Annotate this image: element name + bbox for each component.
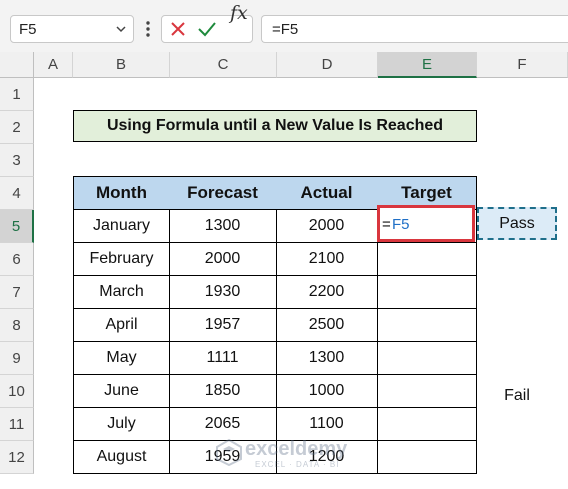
row-header-4[interactable]: 4	[0, 177, 34, 210]
row-header-2[interactable]: 2	[0, 111, 34, 144]
table-cell[interactable]: 1111	[169, 341, 277, 375]
table-cell[interactable]: May	[73, 341, 170, 375]
column-header-d[interactable]: D	[277, 52, 378, 78]
cell-f10[interactable]: Fail	[477, 379, 557, 412]
exceldemy-logo-icon	[216, 438, 242, 467]
table-cell[interactable]	[377, 374, 477, 408]
name-box[interactable]: F5	[10, 15, 134, 43]
table-cell[interactable]	[377, 341, 477, 375]
enter-check-icon[interactable]	[197, 20, 217, 43]
row-header-7[interactable]: 7	[0, 276, 34, 309]
formula-bar: F5 fx =F5	[0, 0, 568, 52]
column-header-c[interactable]: C	[170, 52, 277, 78]
table-cell[interactable]: July	[73, 407, 170, 441]
table-cell[interactable]	[377, 308, 477, 342]
table-cell[interactable]: 1000	[276, 374, 378, 408]
table-cell[interactable]: April	[73, 308, 170, 342]
select-all-corner[interactable]	[0, 52, 34, 78]
row-header-10[interactable]: 10	[0, 375, 34, 408]
more-options-icon[interactable]	[145, 19, 151, 44]
row-header-11[interactable]: 11	[0, 408, 34, 441]
table-cell[interactable]: August	[73, 440, 170, 474]
worksheet-grid: ABCDEF 1 2 3 4 5 6 7 8 9 10 11 12 Using Formula unt…	[0, 52, 568, 489]
chevron-down-icon[interactable]	[115, 21, 127, 42]
row-header-8[interactable]: 8	[0, 309, 34, 342]
table-cell[interactable]: June	[73, 374, 170, 408]
watermark-tagline: EXCEL · DATA · BI	[255, 460, 340, 469]
table-cell[interactable]: 2100	[276, 242, 378, 276]
row-header-1[interactable]: 1	[0, 78, 34, 111]
name-box-value: F5	[19, 21, 37, 38]
row-header-3[interactable]: 3	[0, 144, 34, 177]
table-cell[interactable]: February	[73, 242, 170, 276]
table-header-cell[interactable]: Forecast	[169, 176, 277, 210]
sheet-title[interactable]: Using Formula until a New Value Is Reach…	[73, 110, 477, 142]
table-header-cell[interactable]: Month	[73, 176, 170, 210]
table-cell[interactable]: 1300	[276, 341, 378, 375]
table-cell[interactable]: 1300	[169, 209, 277, 243]
table-cell[interactable]: 2000	[276, 209, 378, 243]
row-header-5[interactable]: 5	[0, 210, 34, 243]
table-cell[interactable]: March	[73, 275, 170, 309]
watermark-name: exceldemy	[245, 438, 348, 460]
table-cell[interactable]	[377, 407, 477, 441]
active-cell-e5[interactable]: = F5	[377, 205, 475, 242]
row-header-12[interactable]: 12	[0, 441, 34, 474]
column-header-a[interactable]: A	[34, 52, 73, 78]
column-header-f[interactable]: F	[477, 52, 568, 78]
table-cell[interactable]	[377, 275, 477, 309]
exceldemy-watermark: exceldemy EXCEL · DATA · BI	[215, 438, 347, 471]
column-header-e[interactable]: E	[378, 52, 477, 78]
table-cell[interactable]: 2500	[276, 308, 378, 342]
table-cell[interactable]: 1100	[276, 407, 378, 441]
table-cell[interactable]: 1850	[169, 374, 277, 408]
formula-text: =F5	[272, 21, 299, 38]
row-header-6[interactable]: 6	[0, 243, 34, 276]
table-cell[interactable]: 2065	[169, 407, 277, 441]
insert-function-icon[interactable]: fx	[230, 2, 248, 24]
table-cell[interactable]: 1930	[169, 275, 277, 309]
table-cell[interactable]	[377, 440, 477, 474]
column-header-b[interactable]: B	[73, 52, 170, 78]
table-cell[interactable]: 1957	[169, 308, 277, 342]
row-header-9[interactable]: 9	[0, 342, 34, 375]
formula-equals: =	[382, 216, 391, 233]
formula-reference: F5	[392, 216, 410, 233]
table-header-cell[interactable]: Actual	[276, 176, 378, 210]
referenced-cell-f5[interactable]: Pass	[477, 207, 557, 240]
table-cell[interactable]: January	[73, 209, 170, 243]
table-cell[interactable]: 2000	[169, 242, 277, 276]
formula-input[interactable]: =F5	[261, 15, 568, 43]
cancel-icon[interactable]	[169, 20, 187, 43]
table-cell[interactable]	[377, 242, 477, 276]
table-cell[interactable]: 2200	[276, 275, 378, 309]
